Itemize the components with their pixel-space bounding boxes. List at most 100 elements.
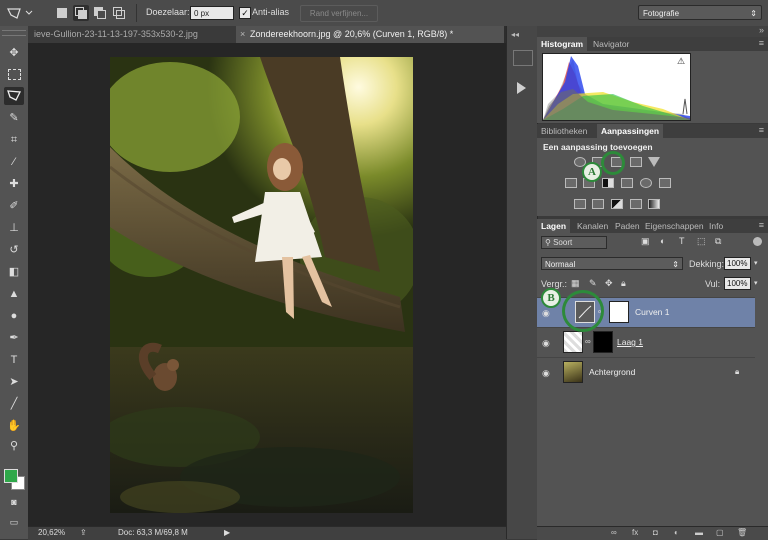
visibility-eye-icon[interactable]: ◉ xyxy=(542,368,550,379)
quick-selection-tool-icon[interactable]: ✎ xyxy=(4,109,24,127)
new-adjustment-layer-icon[interactable]: ◐ xyxy=(674,528,679,537)
panel-menu-icon[interactable]: ≡ xyxy=(759,125,764,135)
collapse-icon[interactable]: » xyxy=(759,25,764,35)
zoom-level[interactable]: 20,62% xyxy=(38,528,65,537)
layer-name[interactable]: Achtergrond xyxy=(589,367,635,377)
lock-all-icon[interactable]: 🔒︎ xyxy=(621,278,626,289)
gradient-tool-icon[interactable]: ▲ xyxy=(4,285,24,303)
layer-name[interactable]: Curven 1 xyxy=(635,307,670,317)
intersect-selection-button[interactable] xyxy=(111,5,127,21)
foreground-color-swatch[interactable] xyxy=(4,469,18,483)
invert-icon[interactable] xyxy=(574,199,586,209)
move-tool-icon[interactable]: ✥ xyxy=(4,44,24,62)
gradient-map-icon[interactable] xyxy=(648,199,660,209)
filter-pixel-icon[interactable]: ▣ xyxy=(641,236,650,247)
collapse-arrows-icon[interactable]: ◂◂ xyxy=(511,30,519,39)
tab-layers[interactable]: Lagen xyxy=(537,219,571,233)
close-icon[interactable]: × xyxy=(240,26,245,43)
layer-style-fx-icon[interactable]: fx xyxy=(632,528,638,537)
warning-icon[interactable]: ⚠ xyxy=(677,56,685,67)
brush-tool-icon[interactable]: ✐ xyxy=(4,197,24,215)
lock-transparency-icon[interactable]: ▦ xyxy=(571,278,580,289)
document-tab-2[interactable]: × Zondereekhoorn.jpg @ 20,6% (Curven 1, R… xyxy=(236,26,504,43)
quick-mask-icon[interactable]: ◙ xyxy=(4,493,24,511)
posterize-icon[interactable] xyxy=(592,199,604,209)
visibility-eye-icon[interactable]: ◉ xyxy=(542,338,550,349)
screen-mode-icon[interactable]: ▭ xyxy=(4,513,24,531)
marquee-tool-icon[interactable] xyxy=(4,65,24,83)
tab-properties[interactable]: Eigenschappen xyxy=(641,219,708,233)
tab-adjustments[interactable]: Aanpassingen xyxy=(597,124,664,138)
exposure-icon[interactable] xyxy=(630,157,642,167)
selective-color-icon[interactable] xyxy=(630,199,642,209)
share-icon[interactable]: ⇪ xyxy=(80,528,87,537)
threshold-icon[interactable] xyxy=(611,199,623,209)
feather-input[interactable]: 0 px xyxy=(190,6,234,20)
layer-thumbnail[interactable] xyxy=(563,331,583,353)
filter-smart-object-icon[interactable]: ⧉ xyxy=(715,236,721,247)
layer-row-background[interactable]: ◉ Achtergrond 🔒︎ xyxy=(537,357,755,387)
dodge-tool-icon[interactable]: ● xyxy=(4,307,24,325)
tab-paths[interactable]: Paden xyxy=(611,219,644,233)
tab-libraries[interactable]: Bibliotheken xyxy=(537,124,591,138)
document-tab-1[interactable]: ieve-Gullion-23-11-13-197-353x530-2.jpg xyxy=(28,26,236,43)
panel-menu-icon[interactable]: ≡ xyxy=(759,38,764,48)
add-to-selection-button[interactable] xyxy=(73,5,89,21)
clone-stamp-tool-icon[interactable]: ⊥ xyxy=(4,219,24,237)
link-layers-icon[interactable]: ∞ xyxy=(611,528,617,537)
photo-filter-icon[interactable] xyxy=(621,178,633,188)
subtract-from-selection-button[interactable] xyxy=(92,5,108,21)
visibility-eye-icon[interactable]: ◉ xyxy=(542,308,550,319)
tab-info[interactable]: Info xyxy=(705,219,727,233)
polygonal-lasso-tool-icon[interactable] xyxy=(4,87,24,105)
new-layer-icon[interactable]: ▢ xyxy=(716,528,724,537)
lock-pixels-icon[interactable]: ✎ xyxy=(589,278,597,289)
chain-link-icon[interactable]: ∞ xyxy=(585,337,591,346)
healing-brush-tool-icon[interactable]: ✚ xyxy=(4,175,24,193)
panel-grip[interactable] xyxy=(513,50,533,66)
channel-mixer-icon[interactable] xyxy=(640,178,652,188)
layer-mask-thumbnail[interactable] xyxy=(609,301,629,323)
chevron-down-icon[interactable]: ▾ xyxy=(754,279,758,287)
type-tool-icon[interactable]: T xyxy=(4,351,24,369)
layer-name[interactable]: Laag 1 xyxy=(617,337,643,347)
document-image[interactable] xyxy=(110,57,413,513)
pen-tool-icon[interactable]: ✒ xyxy=(4,329,24,347)
layer-row-laag1[interactable]: ◉ ∞ Laag 1 xyxy=(537,327,755,357)
blend-mode-select[interactable]: Normaal ⇕ xyxy=(541,257,683,270)
tab-navigator[interactable]: Navigator xyxy=(589,37,633,51)
new-group-icon[interactable]: ▬ xyxy=(695,528,703,537)
filter-type-icon[interactable]: T xyxy=(679,236,685,246)
crop-tool-icon[interactable]: ⌗ xyxy=(4,131,24,149)
tool-preset-picker[interactable] xyxy=(4,4,34,22)
chevron-down-icon[interactable]: ▾ xyxy=(754,259,758,267)
layer-filter-select[interactable]: ⚲ Soort xyxy=(541,236,607,249)
eyedropper-tool-icon[interactable]: ⁄ xyxy=(4,153,24,171)
filter-toggle[interactable] xyxy=(753,237,762,246)
tab-channels[interactable]: Kanalen xyxy=(573,219,612,233)
color-lookup-icon[interactable] xyxy=(659,178,671,188)
opacity-input[interactable]: 100% xyxy=(724,257,751,270)
eraser-tool-icon[interactable]: ◧ xyxy=(4,263,24,281)
add-mask-icon[interactable]: ◘ xyxy=(653,528,658,537)
delete-layer-icon[interactable]: 🗑︎ xyxy=(737,528,747,537)
status-menu-arrow-icon[interactable]: ▶ xyxy=(224,528,230,537)
hue-saturation-icon[interactable] xyxy=(565,178,577,188)
black-white-icon[interactable] xyxy=(602,178,614,188)
path-selection-tool-icon[interactable]: ➤ xyxy=(4,373,24,391)
history-brush-tool-icon[interactable]: ↺ xyxy=(4,241,24,259)
toolbar-grip[interactable] xyxy=(2,30,26,36)
panel-menu-icon[interactable]: ≡ xyxy=(759,220,764,230)
line-tool-icon[interactable]: ╱ xyxy=(4,395,24,413)
workspace-select[interactable]: Fotografie ⇕ xyxy=(638,5,762,20)
tab-histogram[interactable]: Histogram xyxy=(537,37,588,51)
refine-edge-button[interactable]: Rand verfijnen... xyxy=(300,5,378,22)
antialias-checkbox[interactable]: ✓ xyxy=(239,7,251,19)
zoom-tool-icon[interactable]: ⚲ xyxy=(4,437,24,455)
hand-tool-icon[interactable]: ✋ xyxy=(4,417,24,435)
new-selection-button[interactable] xyxy=(54,5,70,21)
lock-position-icon[interactable]: ✥ xyxy=(605,278,613,289)
layer-thumbnail[interactable] xyxy=(563,361,583,383)
play-actions-icon[interactable] xyxy=(517,82,526,94)
filter-adjustment-icon[interactable]: ◐ xyxy=(660,236,665,246)
